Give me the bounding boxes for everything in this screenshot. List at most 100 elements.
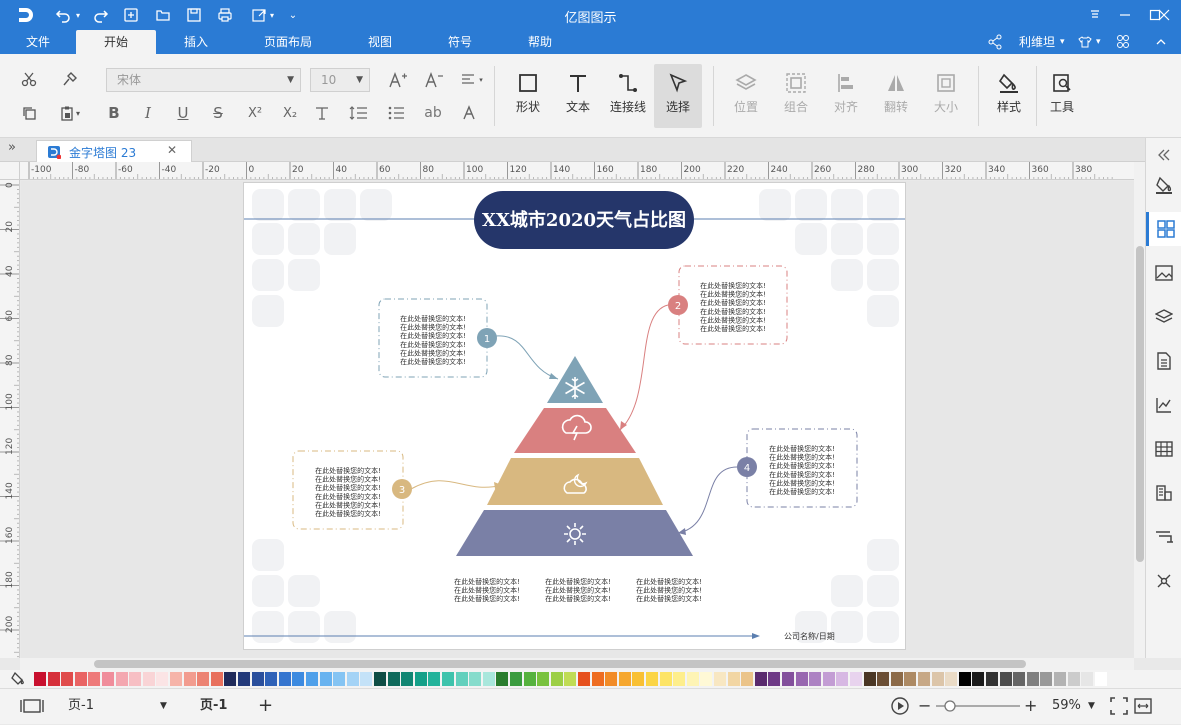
color-swatch[interactable]: [197, 672, 210, 686]
org-chart-panel-icon[interactable]: [1146, 476, 1181, 510]
underline-button[interactable]: U: [171, 102, 195, 124]
color-swatch[interactable]: [47, 672, 60, 686]
placeholder-text-line[interactable]: 在此处替换您的文本!: [400, 357, 466, 366]
placeholder-text-line[interactable]: 在此处替换您的文本!: [400, 331, 466, 340]
tab-symbol[interactable]: 符号: [436, 30, 484, 54]
placeholder-text-line[interactable]: 在此处替换您的文本!: [545, 586, 611, 595]
placeholder-text-line[interactable]: 在此处替换您的文本!: [769, 453, 835, 462]
decrease-font-icon[interactable]: [422, 69, 446, 91]
placeholder-text-line[interactable]: 在此处替换您的文本!: [700, 281, 766, 290]
font-color-icon[interactable]: [458, 102, 482, 124]
color-swatch[interactable]: [945, 672, 958, 686]
color-swatch[interactable]: [714, 672, 726, 686]
italic-button[interactable]: I: [136, 102, 160, 124]
color-swatch[interactable]: [1054, 672, 1066, 686]
page-select-dropdown-icon[interactable]: ▼: [160, 689, 167, 725]
placeholder-text-line[interactable]: 在此处替换您的文本!: [545, 594, 611, 603]
placeholder-text-line[interactable]: 在此处替换您的文本!: [636, 577, 702, 586]
tab-insert[interactable]: 插入: [170, 30, 222, 54]
strikethrough-button[interactable]: S: [206, 102, 230, 124]
color-swatch[interactable]: [782, 672, 794, 686]
color-swatch[interactable]: [156, 672, 169, 686]
share-icon[interactable]: [988, 30, 1002, 54]
copy-icon[interactable]: [17, 102, 41, 124]
placeholder-text-line[interactable]: 在此处替换您的文本!: [769, 444, 835, 453]
color-swatch[interactable]: [482, 672, 495, 686]
color-swatch[interactable]: [455, 672, 468, 686]
minimize-button[interactable]: [1108, 0, 1142, 30]
color-swatch[interactable]: [210, 672, 223, 686]
apps-icon[interactable]: [1116, 30, 1130, 54]
size-button[interactable]: 大小: [922, 64, 970, 128]
paste-dropdown-icon[interactable]: ▾: [72, 102, 84, 124]
fit-page-icon[interactable]: [1110, 689, 1128, 725]
connector-1[interactable]: [494, 335, 559, 380]
zoom-out-button[interactable]: −: [918, 689, 931, 725]
color-swatch[interactable]: [795, 672, 808, 686]
color-swatch[interactable]: [360, 672, 373, 686]
layers-panel-icon[interactable]: [1146, 300, 1181, 334]
group-button[interactable]: 组合: [772, 64, 820, 128]
color-swatch[interactable]: [170, 672, 182, 686]
cut-icon[interactable]: [17, 68, 41, 90]
color-swatch[interactable]: [931, 672, 944, 686]
placeholder-text-line[interactable]: 在此处替换您的文本!: [400, 340, 466, 349]
color-swatch[interactable]: [414, 672, 427, 686]
color-swatch[interactable]: [265, 672, 278, 686]
placeholder-text-line[interactable]: 在此处替换您的文本!: [700, 290, 766, 299]
color-swatch[interactable]: [659, 672, 672, 686]
color-swatch[interactable]: [754, 672, 767, 686]
mindmap-panel-icon[interactable]: [1146, 564, 1181, 598]
placeholder-text-line[interactable]: 在此处替换您的文本!: [315, 509, 381, 518]
placeholder-text-line[interactable]: 在此处替换您的文本!: [454, 577, 520, 586]
connector-3[interactable]: [410, 480, 503, 490]
color-swatch[interactable]: [251, 672, 264, 686]
pin-icon[interactable]: [1078, 0, 1112, 30]
color-swatch[interactable]: [428, 672, 441, 686]
font-family-select[interactable]: 宋体 ▼: [106, 68, 301, 92]
diagram-page[interactable]: XX城市2020天气占比图 在此处替换您的文本! 在此处替换您的文本! 在此处替…: [243, 182, 906, 650]
color-swatch[interactable]: [918, 672, 930, 686]
placeholder-text-line[interactable]: 在此处替换您的文本!: [769, 470, 835, 479]
close-button[interactable]: [1147, 0, 1181, 30]
horizontal-scroll-thumb[interactable]: [94, 660, 1026, 668]
shape-button[interactable]: 形状: [504, 64, 552, 128]
zoom-slider[interactable]: [936, 689, 1020, 725]
page-panel-icon[interactable]: [1146, 344, 1181, 378]
pyramid-diagram[interactable]: XX城市2020天气占比图 在此处替换您的文本!在此处替换您的文本!在此处替换您…: [244, 183, 905, 649]
color-swatch[interactable]: [904, 672, 917, 686]
color-swatch[interactable]: [224, 672, 237, 686]
color-swatch[interactable]: [986, 672, 998, 686]
color-swatch[interactable]: [1081, 672, 1094, 686]
placeholder-text-line[interactable]: 在此处替换您的文本!: [454, 594, 520, 603]
align-text-dropdown-icon[interactable]: ▾: [476, 69, 486, 91]
connector-button[interactable]: 连接线: [604, 64, 652, 128]
tab-view[interactable]: 视图: [356, 30, 404, 54]
position-button[interactable]: 位置: [722, 64, 770, 128]
color-swatch[interactable]: [387, 672, 400, 686]
placeholder-text-line[interactable]: 在此处替换您的文本!: [700, 307, 766, 316]
placeholder-text-line[interactable]: 在此处替换您的文本!: [769, 487, 835, 496]
font-size-select[interactable]: 10 ▼: [310, 68, 370, 92]
play-icon[interactable]: [890, 689, 910, 725]
color-swatch[interactable]: [142, 672, 155, 686]
color-swatch[interactable]: [741, 672, 754, 686]
color-swatch[interactable]: [401, 672, 414, 686]
color-swatch[interactable]: [632, 672, 645, 686]
placeholder-text-line[interactable]: 在此处替换您的文本!: [400, 314, 466, 323]
fill-panel-icon[interactable]: [1146, 168, 1181, 202]
color-swatch[interactable]: [374, 672, 386, 686]
collapse-ribbon-icon[interactable]: [1155, 30, 1167, 54]
tab-file[interactable]: 文件: [14, 30, 62, 54]
placeholder-text-line[interactable]: 在此处替换您的文本!: [545, 577, 611, 586]
close-tab-icon[interactable]: ✕: [167, 143, 177, 157]
theme-dropdown-icon[interactable]: ▾: [1096, 30, 1101, 54]
color-swatch[interactable]: [102, 672, 114, 686]
expand-library-icon[interactable]: »: [8, 140, 16, 155]
connector-2[interactable]: [619, 304, 669, 431]
bullet-list-icon[interactable]: [384, 102, 408, 124]
text-direction-icon[interactable]: [310, 102, 334, 124]
timeline-panel-icon[interactable]: [1146, 520, 1181, 554]
tab-page-layout[interactable]: 页面布局: [256, 30, 320, 54]
color-swatch[interactable]: [1094, 672, 1107, 686]
